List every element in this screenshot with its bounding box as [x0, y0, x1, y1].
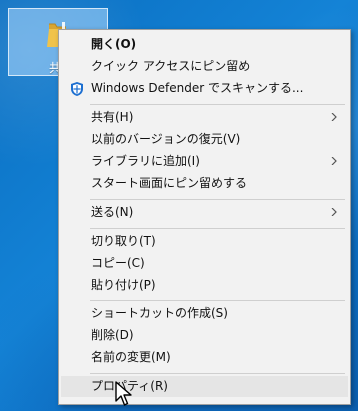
menu-item-label: 貼り付け(P) — [91, 278, 156, 292]
menu-item-open[interactable]: 開く(O) — [61, 34, 348, 55]
menu-separator — [90, 373, 345, 374]
menu-separator — [90, 199, 345, 200]
menu-item-rename[interactable]: 名前の変更(M) — [61, 347, 348, 368]
menu-item-pin-quick-access[interactable]: クイック アクセスにピン留め — [61, 56, 348, 77]
menu-item-add-to-library[interactable]: ライブラリに追加(I) — [61, 151, 348, 172]
menu-separator — [90, 300, 345, 301]
menu-item-paste[interactable]: 貼り付け(P) — [61, 275, 348, 296]
menu-item-label: 切り取り(T) — [91, 234, 156, 248]
menu-item-label: 送る(N) — [91, 205, 134, 219]
windows-defender-shield-icon — [71, 82, 83, 96]
menu-item-send-to[interactable]: 送る(N) — [61, 202, 348, 223]
menu-item-label: 削除(D) — [91, 328, 134, 342]
menu-item-label: コピー(C) — [91, 256, 145, 270]
menu-item-label: 以前のバージョンの復元(V) — [91, 132, 241, 146]
chevron-right-icon — [331, 208, 337, 216]
menu-separator — [90, 228, 345, 229]
menu-item-windows-defender-scan[interactable]: Windows Defender でスキャンする... — [61, 78, 348, 99]
menu-item-delete[interactable]: 削除(D) — [61, 325, 348, 346]
menu-separator — [90, 104, 345, 105]
context-menu: 開く(O) クイック アクセスにピン留め Windows Defender でス… — [58, 29, 351, 405]
mouse-cursor-icon — [115, 381, 132, 406]
menu-item-label: 名前の変更(M) — [91, 350, 171, 364]
menu-item-label: スタート画面にピン留めする — [91, 176, 248, 190]
menu-item-pin-to-start[interactable]: スタート画面にピン留めする — [61, 173, 348, 194]
menu-item-label: ショートカットの作成(S) — [91, 306, 228, 320]
menu-item-label: 開く(O) — [91, 37, 137, 51]
menu-item-restore-previous-versions[interactable]: 以前のバージョンの復元(V) — [61, 129, 348, 150]
menu-item-label: 共有(H) — [91, 110, 134, 124]
menu-item-properties[interactable]: プロパティ(R) — [61, 376, 348, 397]
menu-item-cut[interactable]: 切り取り(T) — [61, 231, 348, 252]
menu-item-share[interactable]: 共有(H) — [61, 107, 348, 128]
menu-item-label: Windows Defender でスキャンする... — [91, 81, 304, 95]
chevron-right-icon — [331, 157, 337, 165]
menu-item-create-shortcut[interactable]: ショートカットの作成(S) — [61, 303, 348, 324]
menu-item-copy[interactable]: コピー(C) — [61, 253, 348, 274]
menu-item-label: クイック アクセスにピン留め — [91, 59, 251, 73]
menu-item-label: ライブラリに追加(I) — [91, 154, 200, 168]
chevron-right-icon — [331, 113, 337, 121]
